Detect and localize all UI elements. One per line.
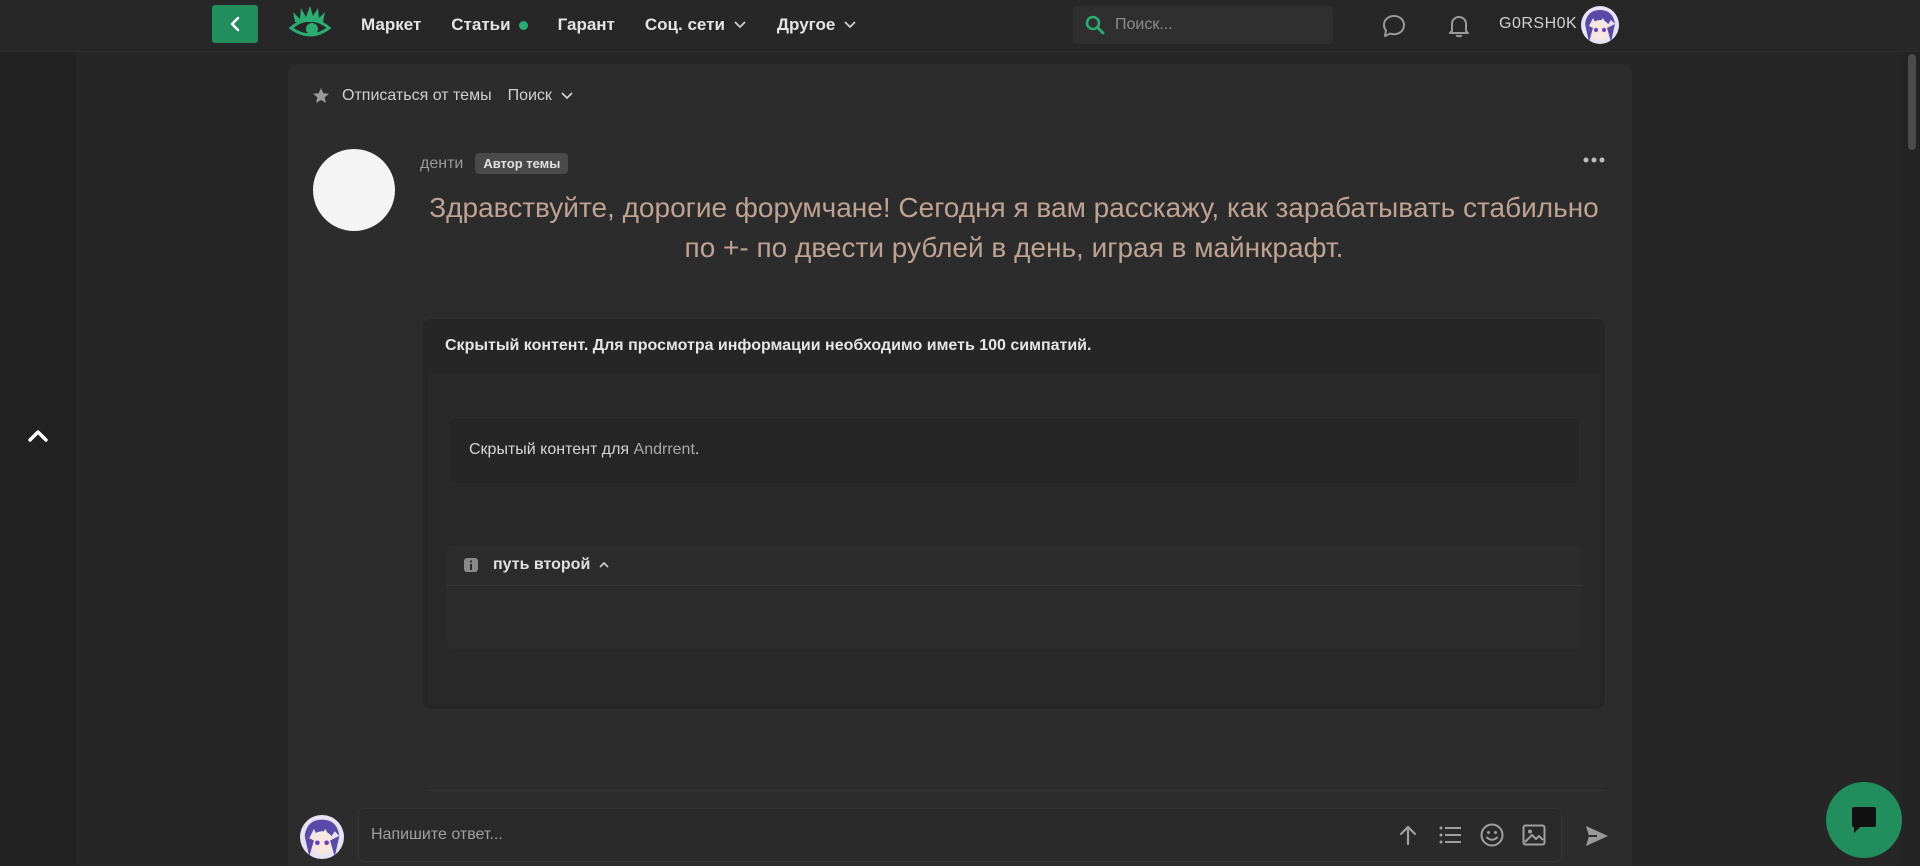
thread-search-dropdown[interactable]: Поиск	[508, 87, 574, 105]
chevron-down-icon	[561, 92, 573, 100]
nav-item-social[interactable]: Соц. сети	[645, 15, 747, 35]
image-icon[interactable]	[1521, 822, 1547, 848]
nav-item-label: Соц. сети	[644, 15, 725, 34]
post-text: Здравствуйте, дорогие форумчане! Сегодня…	[429, 192, 1599, 263]
chevron-down-icon	[734, 21, 746, 29]
nav-item-other[interactable]: Другое	[777, 15, 857, 35]
hidden-user-name[interactable]: Andrrent	[634, 441, 695, 458]
emoji-icon[interactable]	[1479, 822, 1505, 848]
chat-bubble-icon[interactable]	[1381, 13, 1407, 39]
search-box[interactable]	[1073, 6, 1333, 44]
user-avatar[interactable]	[1581, 6, 1619, 44]
author-avatar[interactable]	[313, 149, 395, 231]
list-icon[interactable]	[1437, 822, 1463, 848]
author-name[interactable]: денти	[420, 155, 463, 173]
hidden-prefix: Скрытый контент для	[469, 441, 634, 458]
new-indicator-dot	[518, 20, 528, 30]
nav-item-articles[interactable]: Статьи	[451, 15, 528, 35]
search-icon	[1085, 15, 1105, 35]
spoiler-block	[446, 545, 1582, 649]
author-line: денти Автор темы	[420, 153, 569, 174]
back-button[interactable]	[212, 5, 258, 43]
post-divider	[428, 790, 1606, 791]
nav-item-label: Статьи	[451, 15, 511, 34]
spoiler-title: путь второй	[493, 556, 591, 573]
hidden-user-text: Скрытый контент для Andrrent.	[469, 441, 699, 459]
reply-input[interactable]	[371, 826, 1371, 844]
reply-avatar	[300, 815, 344, 859]
scroll-to-top-icon[interactable]	[24, 425, 52, 447]
reply-editor[interactable]	[358, 808, 1562, 862]
back-arrow-icon	[230, 16, 240, 32]
main-nav: Маркет Статьи Гарант Соц. сети Другое	[361, 0, 887, 50]
scrollbar-thumb[interactable]	[1908, 54, 1916, 150]
unsubscribe-link[interactable]: Отписаться от темы	[342, 87, 492, 105]
chat-fab-icon	[1852, 807, 1876, 833]
chat-fab-button[interactable]	[1826, 782, 1902, 858]
username[interactable]: G0RSH0K	[1499, 15, 1577, 33]
spoiler-header[interactable]: путь второй	[463, 553, 610, 577]
hidden-suffix: .	[694, 441, 700, 458]
hidden-content-title: Скрытый контент. Для просмотра информаци…	[445, 337, 1092, 354]
nav-item-label: Маркет	[361, 15, 422, 34]
thread-toolbar: Отписаться от темы Поиск	[312, 82, 574, 110]
scrollbar-track[interactable]	[1902, 52, 1920, 866]
star-icon[interactable]	[312, 87, 330, 105]
bell-icon[interactable]	[1446, 13, 1472, 39]
chevron-down-icon	[844, 21, 856, 29]
nav-item-market[interactable]: Маркет	[361, 15, 421, 35]
info-icon	[464, 558, 478, 572]
thread-search-label: Поиск	[507, 87, 552, 104]
upload-arrow-icon[interactable]	[1395, 822, 1421, 848]
author-badge: Автор темы	[475, 153, 569, 174]
nav-item-label: Другое	[776, 15, 836, 34]
send-icon[interactable]	[1583, 822, 1611, 850]
more-dots-icon[interactable]	[1581, 150, 1607, 170]
nav-item-label: Гарант	[557, 15, 615, 34]
eye-logo-icon[interactable]	[287, 4, 333, 44]
top-navigation-bar: Маркет Статьи Гарант Соц. сети Другое По…	[0, 0, 1920, 52]
search-input[interactable]	[1115, 16, 1315, 34]
spoiler-divider	[446, 585, 1582, 586]
nav-item-guarantor[interactable]: Гарант	[558, 15, 615, 35]
chevron-up-icon	[599, 561, 609, 568]
